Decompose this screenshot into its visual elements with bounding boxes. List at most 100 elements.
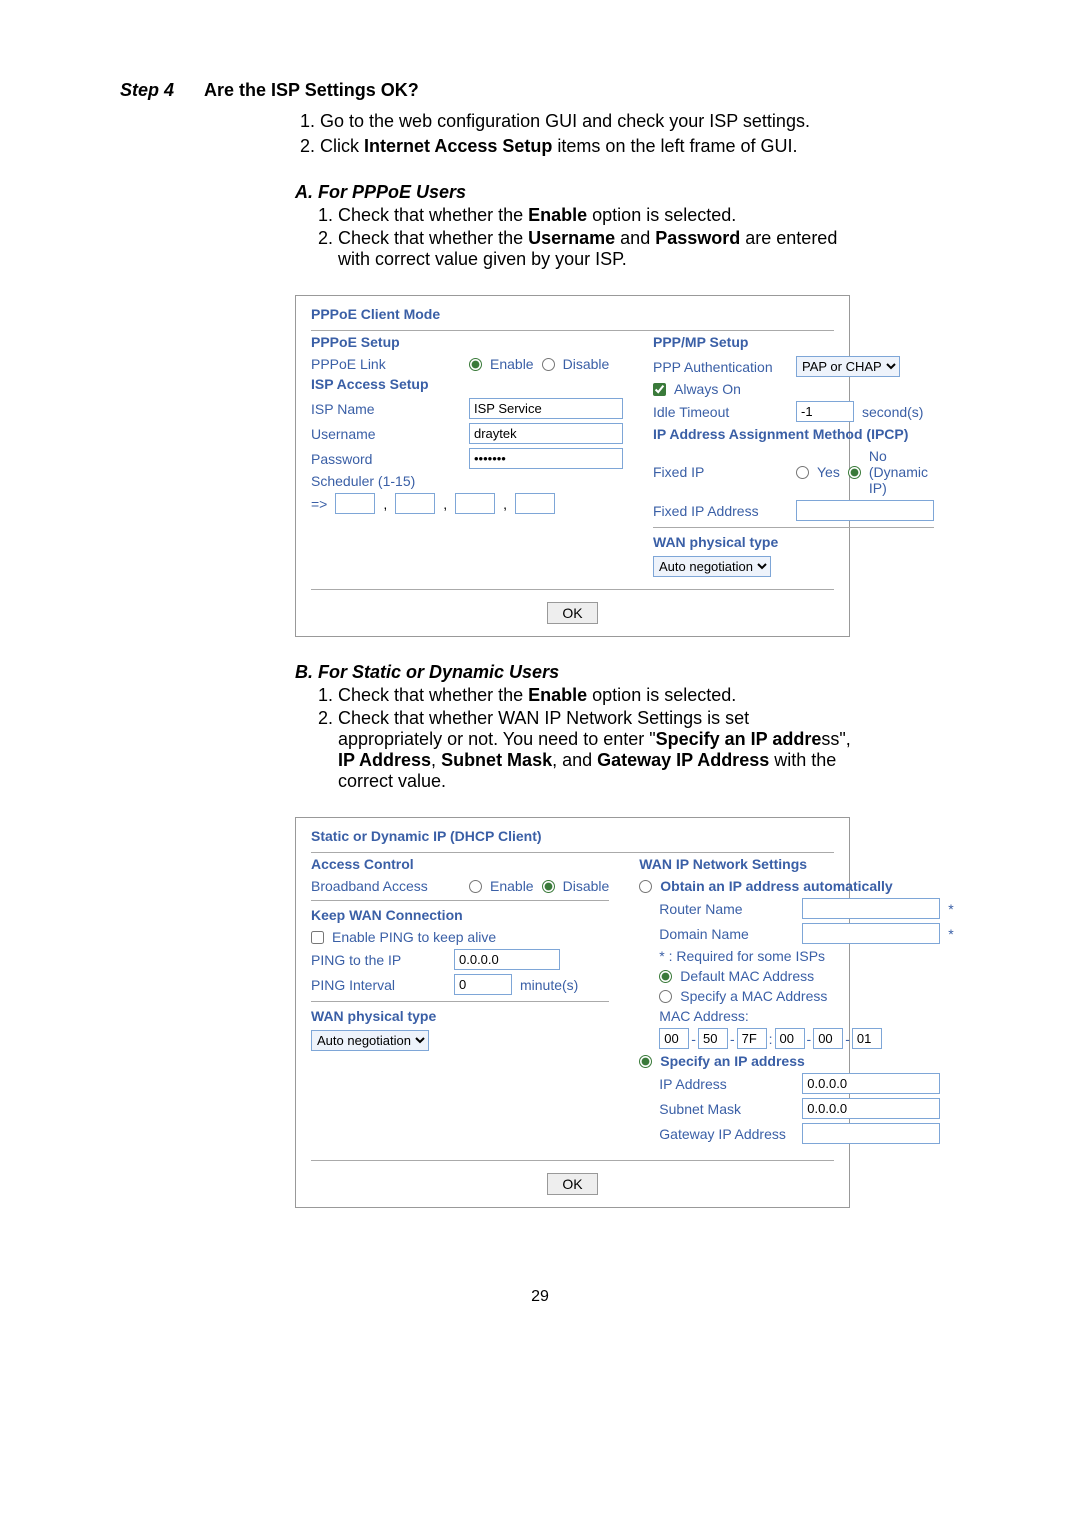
ip-assign-title: IP Address Assignment Method (IPCP) [653, 426, 934, 442]
enable-radio2[interactable] [469, 880, 482, 893]
default-mac-radio[interactable] [659, 970, 672, 983]
ping-ip-input[interactable] [454, 949, 560, 970]
divider [653, 527, 934, 528]
specify-mac-radio[interactable] [659, 990, 672, 1003]
page-number: 29 [120, 1288, 960, 1306]
dash: - [691, 1031, 696, 1047]
ppp-mp-title: PPP/MP Setup [653, 334, 934, 350]
disable-radio[interactable] [542, 358, 555, 371]
sched-4[interactable] [515, 493, 555, 514]
sched-3[interactable] [455, 493, 495, 514]
required-note: * : Required for some ISPs [659, 948, 825, 964]
bold-username: Username [528, 228, 615, 248]
isp-access-title: ISP Access Setup [311, 376, 623, 392]
disable-radio2[interactable] [542, 880, 555, 893]
sec-a-2: 2. Check that whether the Username and P… [318, 228, 960, 249]
mac-addr-label: MAC Address: [659, 1008, 748, 1024]
enable-ping-label: Enable PING to keep alive [332, 929, 496, 945]
always-on-label: Always On [674, 381, 741, 397]
step-title: Are the ISP Settings OK? [204, 80, 419, 101]
mac-3[interactable] [775, 1028, 805, 1049]
fixed-ip-input[interactable] [796, 500, 934, 521]
domain-name-input[interactable] [802, 923, 940, 944]
txt: with the [769, 750, 836, 770]
sched-2[interactable] [395, 493, 435, 514]
pppoe-panel: PPPoE Client Mode PPPoE Setup PPPoE Link… [295, 295, 850, 637]
domain-name-label: Domain Name [659, 926, 794, 942]
username-input[interactable] [469, 423, 623, 444]
wan-phys-select2[interactable]: Auto negotiation [311, 1030, 429, 1051]
subnet-label: Subnet Mask [659, 1101, 794, 1117]
txt: 1. Check that whether the [318, 205, 528, 225]
panel2-header: Static or Dynamic IP (DHCP Client) [296, 818, 849, 852]
always-on-check[interactable] [653, 383, 666, 396]
sec-b-2c: IP Address, Subnet Mask, and Gateway IP … [338, 750, 960, 771]
specify-ip-radio[interactable] [639, 1055, 652, 1068]
pppoe-link-label: PPPoE Link [311, 356, 461, 372]
ppp-auth-select[interactable]: PAP or CHAP [796, 356, 900, 377]
gateway-input[interactable] [802, 1123, 940, 1144]
bold-password: Password [655, 228, 740, 248]
scheduler-label: Scheduler (1-15) [311, 473, 461, 489]
pppoe-setup-title: PPPoE Setup [311, 334, 623, 350]
dash: - [845, 1031, 850, 1047]
panel1-header: PPPoE Client Mode [296, 296, 849, 330]
seconds-label: second(s) [862, 404, 923, 420]
bold-ip: IP Address [338, 750, 431, 770]
wan-phys-select[interactable]: Auto negotiation [653, 556, 771, 577]
wan-phys-title: WAN physical type [653, 534, 934, 550]
mac-5[interactable] [852, 1028, 882, 1049]
txt: ss", [821, 729, 850, 749]
wan-phys-title2: WAN physical type [311, 1008, 609, 1024]
isp-name-input[interactable] [469, 398, 623, 419]
router-name-input[interactable] [802, 898, 940, 919]
idle-input[interactable] [796, 401, 854, 422]
mac-1[interactable] [698, 1028, 728, 1049]
instr-2: 2. Click Internet Access Setup items on … [300, 136, 960, 157]
isp-name-label: ISP Name [311, 401, 461, 417]
specify-ip-label: Specify an IP address [660, 1053, 804, 1069]
txt: appropriately or not. You need to enter … [338, 729, 656, 749]
mac-0[interactable] [659, 1028, 689, 1049]
yes-text: Yes [817, 464, 840, 480]
dash: - [730, 1031, 735, 1047]
default-mac-label: Default MAC Address [680, 968, 814, 984]
minutes-label: minute(s) [520, 977, 578, 993]
sched-1[interactable] [335, 493, 375, 514]
ok-button[interactable]: OK [547, 602, 597, 624]
subnet-input[interactable] [802, 1098, 940, 1119]
bold-subnet: Subnet Mask [441, 750, 552, 770]
fixed-ip-label: Fixed IP [653, 464, 788, 480]
ping-interval-input[interactable] [454, 974, 512, 995]
star1: * [948, 901, 953, 917]
ip-addr-input[interactable] [802, 1073, 940, 1094]
idle-timeout-label: Idle Timeout [653, 404, 788, 420]
enable-ping-check[interactable] [311, 931, 324, 944]
mac-2[interactable] [737, 1028, 767, 1049]
disable-text: Disable [563, 356, 610, 372]
sec-b-2a: 2. Check that whether WAN IP Network Set… [318, 708, 960, 729]
sec-b-2b: appropriately or not. You need to enter … [338, 729, 960, 750]
disable-text2: Disable [563, 878, 610, 894]
txt: 2. Check that whether the [318, 228, 528, 248]
access-control-title: Access Control [311, 856, 609, 872]
no-radio[interactable] [848, 466, 861, 479]
ping-interval-label: PING Interval [311, 977, 446, 993]
fixed-ip-addr-label: Fixed IP Address [653, 503, 788, 519]
instr-1: 1. Go to the web configuration GUI and c… [300, 111, 960, 132]
enable-text: Enable [490, 356, 534, 372]
enable-radio[interactable] [469, 358, 482, 371]
sec-a-1: 1. Check that whether the Enable option … [318, 205, 960, 226]
yes-radio[interactable] [796, 466, 809, 479]
obtain-auto-radio[interactable] [639, 880, 652, 893]
router-name-label: Router Name [659, 901, 794, 917]
section-a-title: A. For PPPoE Users [295, 182, 960, 203]
username-label: Username [311, 426, 461, 442]
divider [311, 900, 609, 901]
ping-ip-label: PING to the IP [311, 952, 446, 968]
ok-button2[interactable]: OK [547, 1173, 597, 1195]
password-input[interactable] [469, 448, 623, 469]
ppp-auth-label: PPP Authentication [653, 359, 788, 375]
mac-4[interactable] [813, 1028, 843, 1049]
bold-enable: Enable [528, 685, 587, 705]
